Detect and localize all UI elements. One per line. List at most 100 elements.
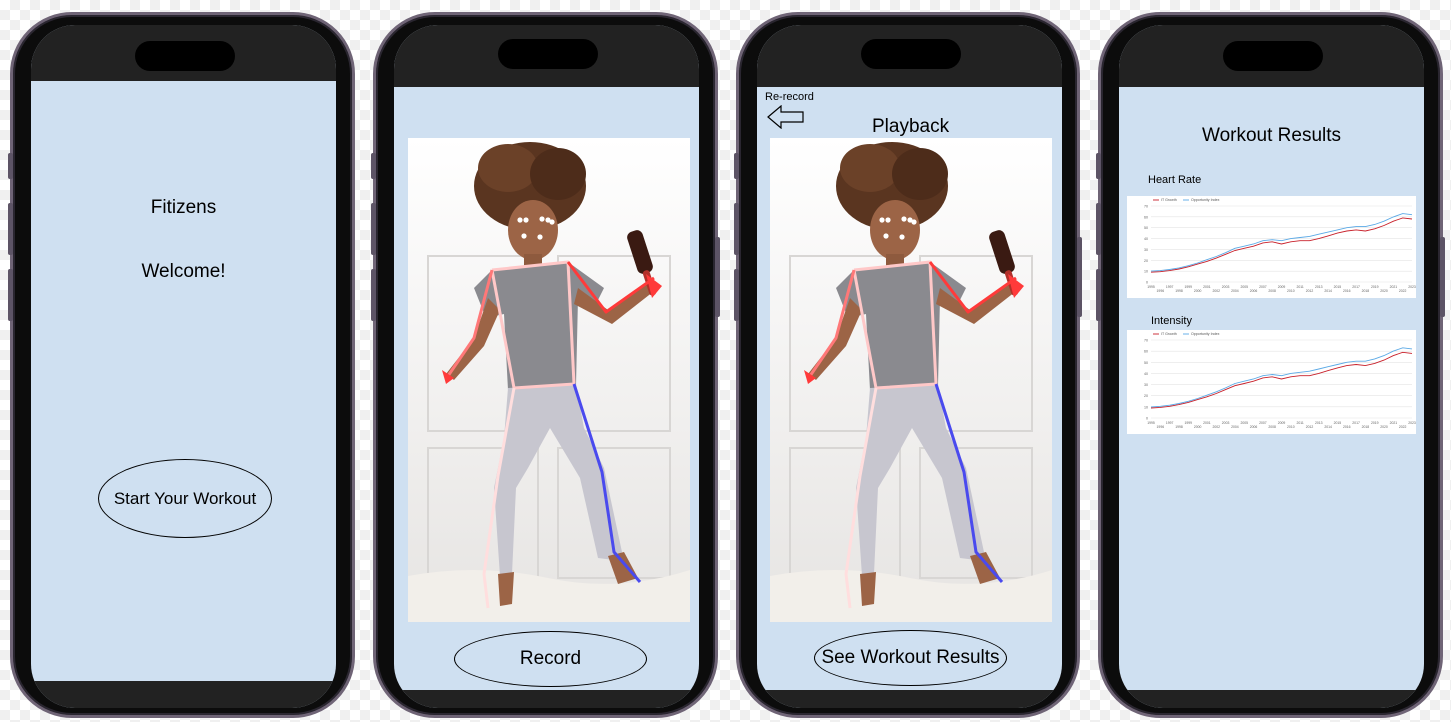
- x-tick-label: 2020: [1380, 425, 1388, 429]
- face-keypoint: [539, 216, 545, 222]
- x-tick-label: 1997: [1166, 285, 1174, 289]
- record-label: Record: [519, 648, 582, 669]
- phone-frame-playback: Re-record Playback See Workout Results: [734, 12, 1082, 718]
- y-tick-label: 50: [1144, 226, 1148, 230]
- hair: [840, 144, 900, 192]
- chart-series-line: [1150, 213, 1413, 272]
- x-tick-label: 2022: [1399, 289, 1407, 293]
- playback-video[interactable]: [770, 138, 1052, 622]
- y-tick-label: 70: [1144, 205, 1148, 209]
- face-keypoint: [517, 217, 523, 223]
- x-tick-label: 2017: [1352, 285, 1360, 289]
- welcome-text: Welcome!: [141, 261, 226, 282]
- x-tick-label: 2012: [1306, 289, 1314, 293]
- playback-screen: Re-record Playback See Workout Results: [757, 25, 1062, 708]
- x-tick-label: 2002: [1212, 425, 1220, 429]
- y-tick-label: 30: [1144, 248, 1148, 252]
- record-screen: Record: [394, 25, 699, 708]
- x-tick-label: 2009: [1278, 421, 1286, 425]
- x-tick-label: 1997: [1166, 421, 1174, 425]
- x-tick-label: 2013: [1315, 285, 1323, 289]
- face-keypoint: [537, 234, 543, 240]
- face-keypoint: [521, 233, 527, 239]
- dynamic-island: [861, 39, 961, 69]
- chart-series-line: [1150, 351, 1413, 409]
- phone-frame-results: Workout Results Heart Rate 0 10 20 30 40 50 60…: [1096, 12, 1445, 718]
- x-tick-label: 2004: [1231, 425, 1239, 429]
- x-tick-label: 1995: [1147, 421, 1155, 425]
- x-tick-label: 2004: [1231, 289, 1239, 293]
- playback-title: Playback: [872, 116, 950, 137]
- x-tick-label: 2018: [1362, 289, 1370, 293]
- x-tick-label: 2001: [1203, 421, 1211, 425]
- y-tick-label: 30: [1144, 383, 1148, 387]
- y-tick-label: 70: [1144, 339, 1148, 343]
- x-tick-label: 2009: [1278, 285, 1286, 289]
- x-tick-label: 2008: [1268, 289, 1276, 293]
- y-tick-label: 10: [1144, 405, 1148, 409]
- x-tick-label: 1998: [1175, 425, 1183, 429]
- x-tick-label: 2002: [1212, 289, 1220, 293]
- x-tick-label: 2014: [1324, 425, 1332, 429]
- y-tick-label: 40: [1144, 372, 1148, 376]
- intensity-label: Intensity: [1151, 315, 1192, 327]
- x-tick-label: 2001: [1203, 285, 1211, 289]
- x-tick-label: 2021: [1390, 285, 1398, 289]
- record-button[interactable]: Record: [454, 631, 647, 687]
- phone-frame-welcome: Fitizens Welcome! Start Your Workout: [8, 12, 355, 718]
- hair: [530, 148, 586, 200]
- y-tick-label: 20: [1144, 394, 1148, 398]
- x-tick-label: 2017: [1352, 421, 1360, 425]
- dynamic-island: [135, 41, 235, 71]
- left-arrow-icon: [767, 105, 804, 129]
- x-tick-label: 2022: [1399, 425, 1407, 429]
- x-tick-label: 2005: [1240, 421, 1248, 425]
- x-tick-label: 2014: [1324, 289, 1332, 293]
- camera-preview: [408, 138, 690, 622]
- x-tick-label: 2013: [1315, 421, 1323, 425]
- face-keypoint: [911, 219, 917, 225]
- x-tick-label: 1996: [1157, 289, 1165, 293]
- x-tick-label: 2000: [1194, 425, 1202, 429]
- y-tick-label: 0: [1146, 417, 1148, 421]
- see-results-button[interactable]: See Workout Results: [814, 630, 1007, 686]
- chart-series-line: [1150, 347, 1413, 408]
- start-workout-button[interactable]: Start Your Workout: [98, 459, 272, 538]
- x-tick-label: 2006: [1250, 289, 1258, 293]
- x-tick-label: 2020: [1380, 289, 1388, 293]
- dynamic-island: [498, 39, 598, 69]
- chart-series-line: [1150, 217, 1413, 273]
- x-tick-label: 2023: [1408, 285, 1416, 289]
- x-tick-label: 2016: [1343, 425, 1351, 429]
- see-results-label: See Workout Results: [821, 647, 1000, 668]
- y-tick-label: 60: [1144, 215, 1148, 219]
- y-tick-label: 0: [1146, 281, 1148, 285]
- rerecord-back-button[interactable]: Re-record: [765, 91, 825, 131]
- face-keypoint: [885, 217, 891, 223]
- x-tick-label: 2012: [1306, 425, 1314, 429]
- hair: [892, 148, 948, 200]
- x-tick-label: 2000: [1194, 289, 1202, 293]
- x-tick-label: 2010: [1287, 425, 1295, 429]
- x-tick-label: 1999: [1185, 421, 1193, 425]
- face: [870, 200, 920, 260]
- welcome-screen: Fitizens Welcome! Start Your Workout: [31, 25, 336, 708]
- y-tick-label: 40: [1144, 237, 1148, 241]
- x-tick-label: 2016: [1343, 289, 1351, 293]
- y-tick-label: 60: [1144, 350, 1148, 354]
- results-title: Workout Results: [1201, 125, 1342, 146]
- y-tick-label: 20: [1144, 259, 1148, 263]
- x-tick-label: 2023: [1408, 421, 1416, 425]
- x-tick-label: 2010: [1287, 289, 1295, 293]
- x-tick-label: 2007: [1259, 421, 1267, 425]
- x-tick-label: 2003: [1222, 421, 1230, 425]
- x-tick-label: 2003: [1222, 285, 1230, 289]
- x-tick-label: 2011: [1296, 421, 1303, 425]
- face-keypoint: [523, 217, 529, 223]
- x-tick-label: 1996: [1157, 425, 1165, 429]
- y-tick-label: 10: [1144, 270, 1148, 274]
- x-tick-label: 2011: [1296, 285, 1303, 289]
- x-tick-label: 2018: [1362, 425, 1370, 429]
- x-tick-label: 1995: [1147, 285, 1155, 289]
- face-keypoint: [549, 219, 555, 225]
